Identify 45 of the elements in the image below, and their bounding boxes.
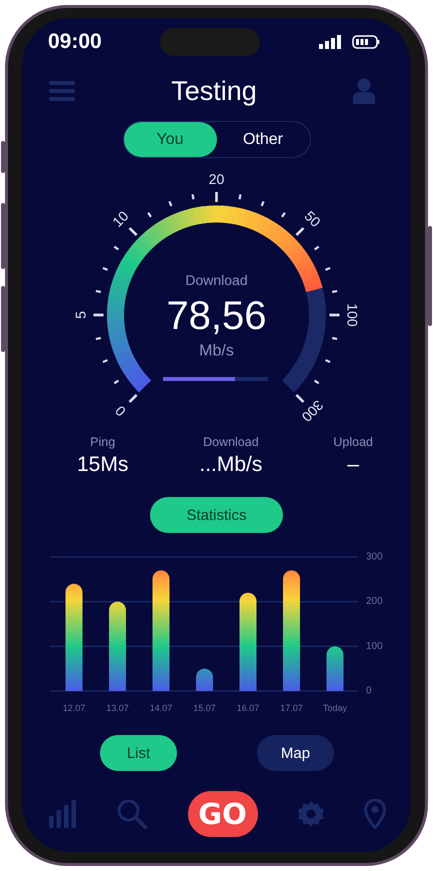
- axis-category-label: 15.07: [193, 703, 216, 713]
- page-title: Testing: [171, 76, 257, 106]
- gauge-scale-label: 300: [298, 397, 327, 423]
- speed-unit: Mb/s: [199, 342, 234, 360]
- axis-category-label: 14.07: [150, 703, 172, 713]
- gauge-scale-label: 50: [302, 208, 324, 230]
- axis-category-label: Today: [322, 703, 348, 713]
- go-button[interactable]: GO: [188, 791, 258, 837]
- view-tab[interactable]: Map: [257, 735, 334, 771]
- search-icon[interactable]: [117, 799, 148, 829]
- axis-tick-label: 300: [366, 552, 383, 562]
- settings-icon[interactable]: [298, 801, 324, 827]
- axis-category-label: 17.07: [280, 703, 303, 713]
- axis-tick-label: 200: [366, 596, 383, 608]
- gauge-scale-label: 100: [344, 303, 360, 327]
- axis-category-label: 16.07: [236, 703, 260, 713]
- battery-icon: [352, 35, 381, 49]
- axis-category-label: 12.07: [62, 703, 86, 713]
- signal-icon: [319, 35, 341, 49]
- statistics-button[interactable]: Statistics: [150, 497, 283, 533]
- stat-label: Ping: [90, 435, 116, 449]
- status-time: 09:00: [48, 30, 102, 54]
- axis-tick-label: 100: [366, 640, 383, 652]
- gauge-label: Download: [185, 272, 248, 288]
- chart-bar: [196, 668, 213, 691]
- stat-label: Upload: [333, 435, 373, 449]
- speed-value: 78,56: [166, 294, 267, 338]
- menu-icon[interactable]: [49, 79, 75, 103]
- bar-chart-icon[interactable]: [49, 800, 77, 828]
- segment-tab[interactable]: Other: [216, 122, 310, 157]
- gauge-scale-label: 20: [208, 171, 224, 187]
- axis-category-label: 13.07: [106, 703, 129, 713]
- gauge-scale-label: 0: [112, 402, 129, 420]
- stat-value: –: [347, 453, 360, 477]
- stat-value: ...Mb/s: [199, 453, 262, 477]
- gauge-scale-label: 10: [109, 208, 132, 230]
- segment-tab[interactable]: You: [124, 122, 216, 157]
- chart-bar: [326, 646, 344, 691]
- gauge-scale-label: 5: [72, 311, 88, 319]
- stat-value: 15Ms: [77, 453, 128, 477]
- view-tab[interactable]: List: [100, 735, 177, 771]
- location-pin-icon[interactable]: [364, 799, 386, 829]
- axis-tick-label: 0: [366, 686, 372, 696]
- stat-label: Download: [203, 435, 259, 449]
- user-icon[interactable]: [353, 78, 375, 104]
